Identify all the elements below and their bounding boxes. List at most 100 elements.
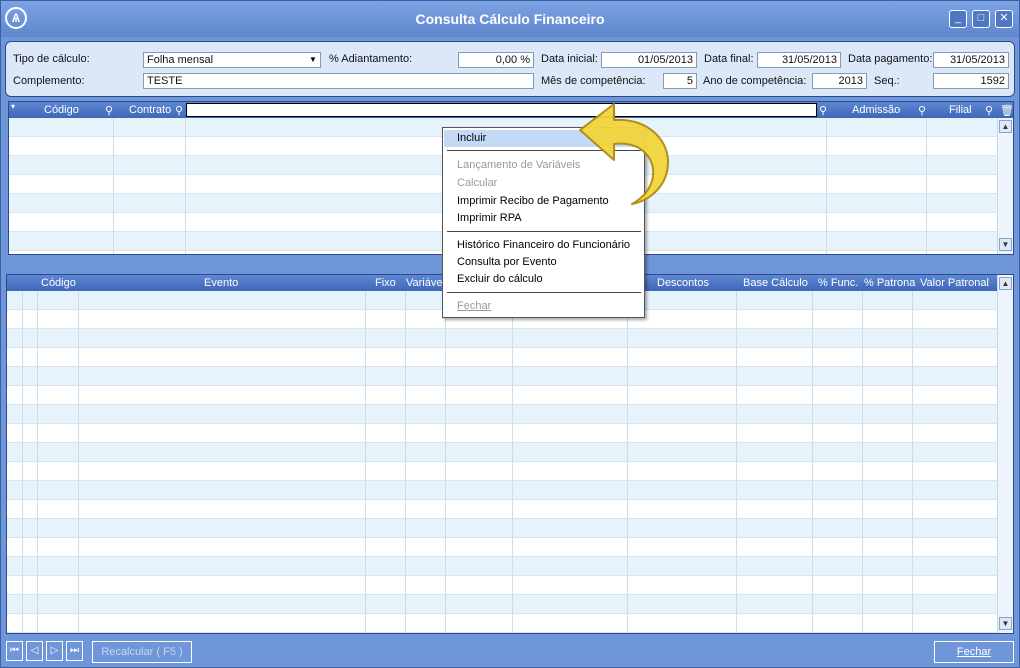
column-divider (736, 291, 737, 633)
data-inicial-field[interactable]: 01/05/2013 (601, 52, 697, 68)
scroll-down-icon[interactable]: ▼ (999, 238, 1012, 251)
col-descontos[interactable]: Descontos (657, 277, 709, 289)
col-codigo[interactable]: Código (44, 104, 79, 116)
delete-icon[interactable]: 🗑 (1000, 104, 1014, 117)
table-row[interactable] (7, 329, 997, 348)
menu-item-fechar[interactable]: Fechar (444, 298, 643, 315)
table-row[interactable] (7, 519, 997, 538)
tipo-calculo-value: Folha mensal (147, 54, 214, 66)
complemento-label: Complemento: (13, 75, 85, 87)
last-record-icon[interactable]: ⏭ (66, 641, 83, 661)
employees-grid-header: ▾ Código ⚲ Contrato ⚲ ⚲ Admissão ⚲ Filia… (9, 102, 1014, 118)
table-row[interactable] (7, 576, 997, 595)
parameters-panel: Tipo de cálculo: Folha mensal ▼ % Adiant… (5, 41, 1015, 97)
adiantamento-label: % Adiantamento: (329, 53, 413, 65)
next-record-icon[interactable]: ▷ (46, 641, 63, 661)
minimize-button[interactable]: _ (949, 10, 967, 28)
adiantamento-field[interactable]: 0,00 % (458, 52, 534, 68)
chevron-down-icon[interactable]: ▼ (307, 54, 319, 66)
search-icon[interactable]: ⚲ (819, 104, 827, 117)
fechar-button[interactable]: Fechar (934, 641, 1014, 663)
previous-record-icon[interactable]: ◁ (26, 641, 43, 661)
vertical-scrollbar[interactable]: ▲ ▼ (997, 118, 1013, 254)
scroll-up-icon[interactable]: ▲ (999, 120, 1012, 133)
col-admissao[interactable]: Admissão (852, 104, 900, 116)
table-row[interactable] (7, 424, 997, 443)
table-row[interactable] (7, 557, 997, 576)
table-row[interactable] (7, 595, 997, 614)
column-divider (365, 291, 366, 633)
table-row[interactable] (7, 614, 997, 633)
data-inicial-label: Data inicial: (541, 53, 598, 65)
column-divider (78, 291, 79, 633)
menu-separator (447, 231, 641, 232)
search-icon[interactable]: ⚲ (105, 104, 113, 117)
expand-icon[interactable]: ▾ (11, 102, 15, 111)
column-divider (926, 118, 927, 254)
table-row[interactable] (7, 348, 997, 367)
search-icon[interactable]: ⚲ (918, 104, 926, 117)
data-final-label: Data final: (704, 53, 754, 65)
complemento-field[interactable]: TESTE (143, 73, 534, 89)
column-divider (113, 118, 114, 254)
tipo-calculo-select[interactable]: Folha mensal ▼ (143, 52, 321, 68)
main-window: Ѧ Consulta Cálculo Financeiro _ □ ✕ Tipo… (0, 0, 1020, 668)
col-fixo[interactable]: Fixo (375, 277, 396, 289)
tipo-calculo-label: Tipo de cálculo: (13, 53, 90, 65)
close-button[interactable]: ✕ (995, 10, 1013, 28)
column-divider (912, 291, 913, 633)
data-pagamento-label: Data pagamento: (848, 53, 933, 65)
column-divider (37, 291, 38, 633)
filter-input[interactable] (186, 103, 817, 117)
col-base-calculo[interactable]: Base Cálculo (743, 277, 808, 289)
table-row[interactable] (7, 481, 997, 500)
column-divider (627, 291, 628, 633)
search-icon[interactable]: ⚲ (175, 104, 183, 117)
col-perc-func[interactable]: % Func. (818, 277, 858, 289)
title-bar[interactable]: Ѧ Consulta Cálculo Financeiro _ □ ✕ (1, 1, 1019, 37)
column-divider (862, 291, 863, 633)
column-divider (22, 291, 23, 633)
column-divider (812, 291, 813, 633)
data-final-field[interactable]: 31/05/2013 (757, 52, 841, 68)
table-row[interactable] (7, 500, 997, 519)
scroll-down-icon[interactable]: ▼ (999, 617, 1012, 630)
col-valor-patronal[interactable]: Valor Patronal (920, 277, 989, 289)
table-row[interactable] (7, 386, 997, 405)
data-pagamento-field[interactable]: 31/05/2013 (933, 52, 1009, 68)
scroll-up-icon[interactable]: ▲ (999, 277, 1012, 290)
col-filial[interactable]: Filial (949, 104, 972, 116)
column-divider (826, 118, 827, 254)
recalcular-button[interactable]: Recalcular ( F5 ) (92, 641, 192, 663)
table-row[interactable] (7, 367, 997, 386)
col-codigo[interactable]: Código (41, 277, 76, 289)
col-variavel[interactable]: Variáve (406, 277, 442, 289)
events-grid: Código Evento Fixo Variáve Descontos Bas… (6, 274, 1014, 634)
menu-item-excluir-calculo[interactable]: Excluir do cálculo (444, 271, 643, 288)
ano-competencia-field[interactable]: 2013 (812, 73, 867, 89)
table-row[interactable] (7, 538, 997, 557)
table-row[interactable] (7, 462, 997, 481)
vertical-scrollbar[interactable]: ▲ ▼ (997, 275, 1013, 633)
col-contrato[interactable]: Contrato (129, 104, 171, 116)
footer-toolbar: ⏮ ◁ ▷ ⏭ Recalcular ( F5 ) Fechar (1, 637, 1019, 667)
mes-competencia-label: Mês de competência: (541, 75, 646, 87)
first-record-icon[interactable]: ⏮ (6, 641, 23, 661)
pointer-arrow-icon (579, 103, 669, 205)
col-evento[interactable]: Evento (204, 277, 238, 289)
menu-item-imprimir-rpa[interactable]: Imprimir RPA (444, 210, 643, 227)
mes-competencia-field[interactable]: 5 (663, 73, 697, 89)
search-icon[interactable]: ⚲ (985, 104, 993, 117)
col-perc-patronal[interactable]: % Patrona (864, 277, 915, 289)
menu-item-consulta-evento[interactable]: Consulta por Evento (444, 254, 643, 271)
maximize-button[interactable]: □ (972, 10, 990, 28)
column-divider (512, 291, 513, 633)
column-divider (405, 291, 406, 633)
table-row[interactable] (7, 443, 997, 462)
seq-label: Seq.: (874, 75, 900, 87)
seq-field[interactable]: 1592 (933, 73, 1009, 89)
table-row[interactable] (7, 405, 997, 424)
menu-separator (447, 292, 641, 293)
ano-competencia-label: Ano de competência: (703, 75, 807, 87)
menu-item-historico-financeiro[interactable]: Histórico Financeiro do Funcionário (444, 237, 643, 254)
